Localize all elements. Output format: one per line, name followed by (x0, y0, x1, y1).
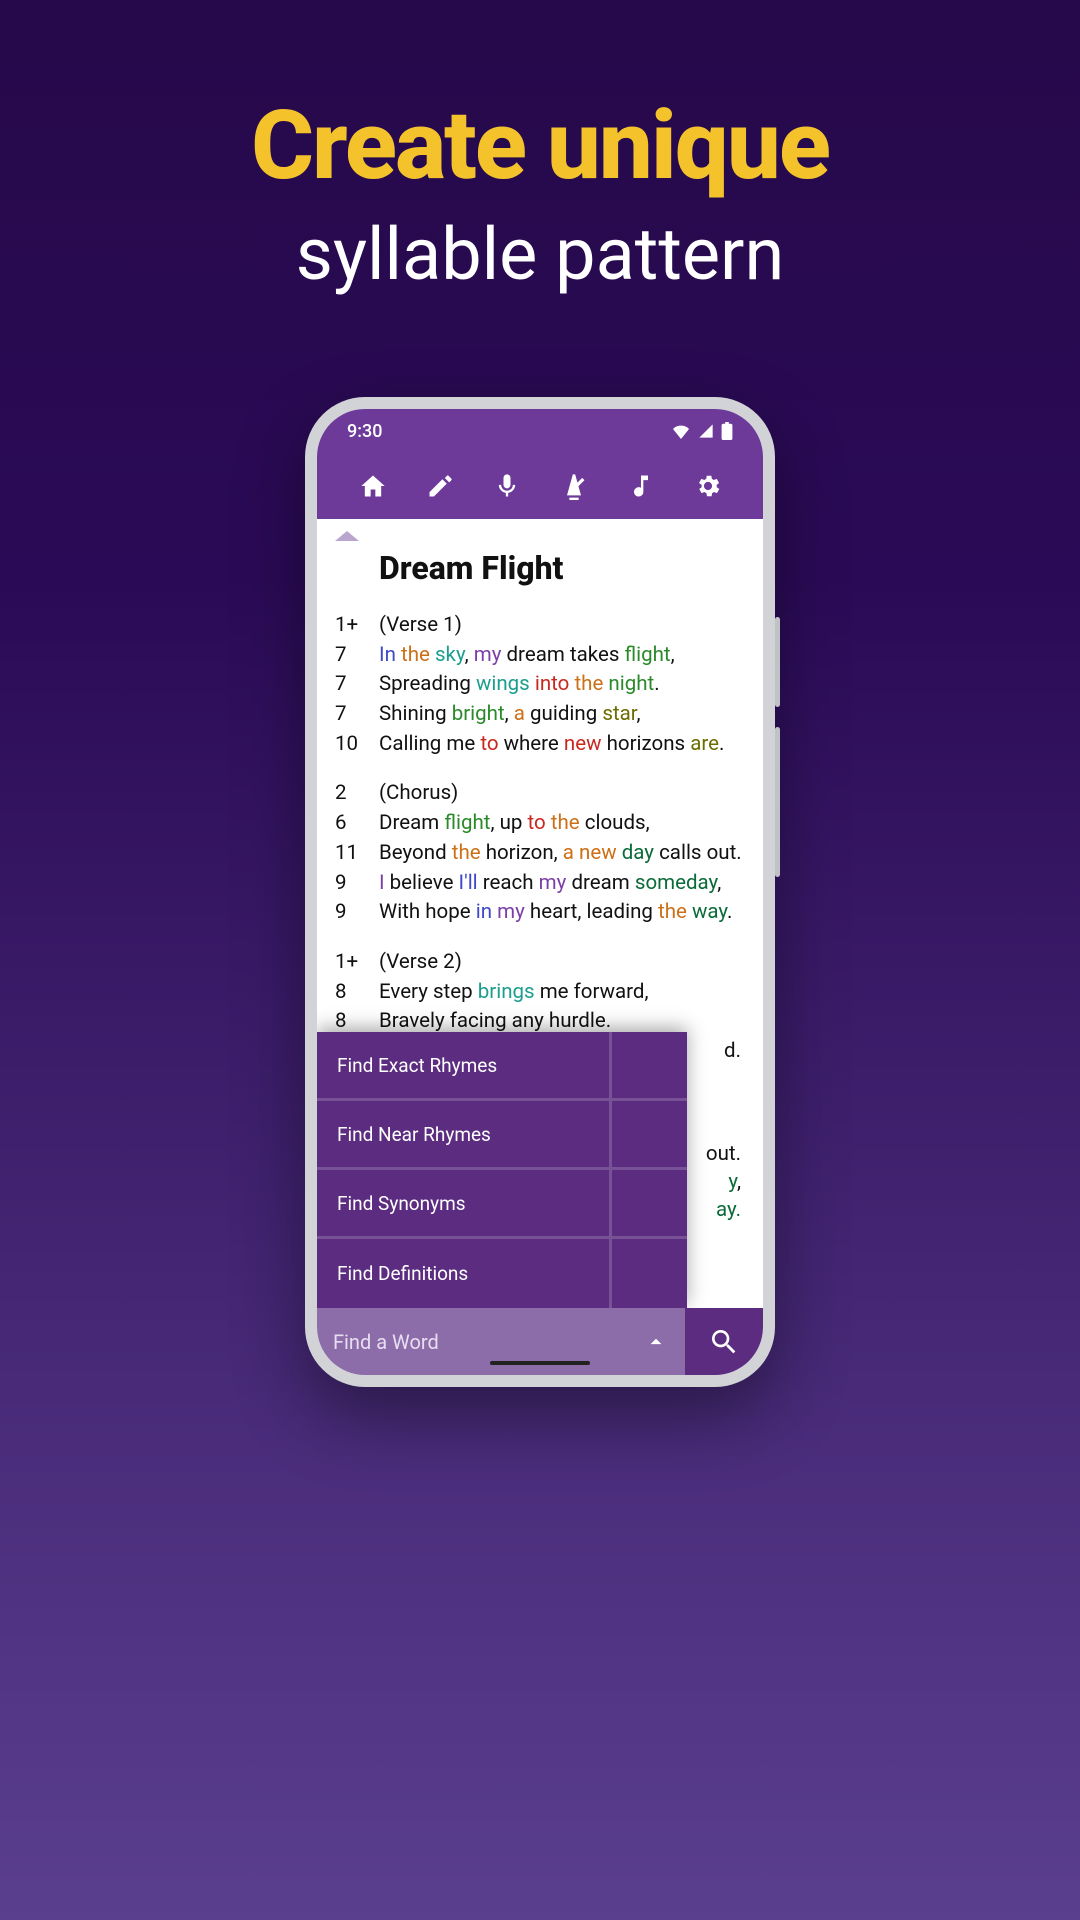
song-title: Dream Flight (379, 549, 745, 587)
phone-frame: 9:30 (305, 397, 775, 1387)
popup-item-synonyms[interactable]: Find Synonyms (317, 1170, 687, 1239)
metronome-icon (560, 472, 588, 500)
syllable-count: 8 (335, 978, 379, 1007)
lyric-text: With hope in my heart, leading the way. (379, 898, 745, 927)
search-button[interactable] (685, 1308, 763, 1375)
status-time: 9:30 (347, 421, 671, 442)
popup-item-label: Find Synonyms (317, 1170, 612, 1239)
home-icon (359, 472, 387, 500)
popup-item-side[interactable] (612, 1239, 687, 1308)
collapse-caret-icon[interactable] (335, 531, 359, 541)
lyric-text: Every step brings me forward, (379, 978, 745, 1007)
lyric-overflow-text: d. (724, 1039, 741, 1063)
phone-screen: 9:30 (317, 409, 763, 1375)
wifi-icon (671, 423, 691, 439)
popup-item-label: Find Near Rhymes (317, 1101, 612, 1170)
headline-bottom: syllable pattern (251, 212, 829, 297)
lyric-text: I believe I'll reach my Dream someday, (379, 869, 745, 898)
popup-item-definitions[interactable]: Find Definitions (317, 1239, 687, 1308)
lyric-line[interactable]: 7 Shining bright, a guiding star, (335, 700, 745, 729)
section-label: (Verse 2) (379, 948, 745, 977)
signal-icon (697, 423, 715, 439)
music-icon (627, 472, 655, 500)
lyrics-content[interactable]: Dream Flight 1+ (Verse 1) 7 In the sky, … (317, 519, 763, 1375)
gear-icon (694, 472, 722, 500)
lyric-line[interactable]: 10 Calling me to where new horizons are. (335, 730, 745, 759)
syllable-count: 1+ (335, 611, 379, 640)
battery-icon (721, 422, 733, 440)
status-icons (671, 422, 733, 440)
syllable-count: 7 (335, 700, 379, 729)
syllable-count: 10 (335, 730, 379, 759)
popup-item-side[interactable] (612, 1032, 687, 1101)
section-label: (Verse 1) (379, 611, 745, 640)
lyric-line[interactable]: 8 Every step brings me forward, (335, 978, 745, 1007)
popup-item-label: Find Exact Rhymes (317, 1032, 612, 1101)
lyric-line[interactable]: 9 With hope in my heart, leading the way… (335, 898, 745, 927)
lyric-line[interactable]: 7 Spreading wings into the night. (335, 670, 745, 699)
syllable-count: 7 (335, 670, 379, 699)
edit-button[interactable] (421, 467, 459, 505)
home-button[interactable] (354, 467, 392, 505)
home-indicator (490, 1361, 590, 1365)
syllable-count: 9 (335, 898, 379, 927)
lyric-line[interactable]: 6 Dream flight, up to the clouds, (335, 809, 745, 838)
microphone-button[interactable] (488, 467, 526, 505)
status-bar: 9:30 (317, 409, 763, 453)
lyric-line: 1+ (Verse 1) (335, 611, 745, 640)
app-toolbar (317, 453, 763, 519)
word-tools-popup: Find Exact Rhymes Find Near Rhymes Find … (317, 1032, 687, 1308)
lyric-overflow-text: out. (706, 1142, 741, 1166)
lyric-text: Shining bright, a guiding star, (379, 700, 745, 729)
lyric-text: Spreading wings into the night. (379, 670, 745, 699)
popup-item-side[interactable] (612, 1170, 687, 1239)
lyric-text: Dream flight, up to the clouds, (379, 809, 745, 838)
lyric-line: 2 (Chorus) (335, 779, 745, 808)
lyric-line[interactable]: 7 In the sky, my dream takes flight, (335, 641, 745, 670)
syllable-count: 6 (335, 809, 379, 838)
promo-headline: Create unique syllable pattern (251, 90, 829, 297)
lyric-text: Beyond the horizon, a new day calls out. (379, 839, 745, 868)
lyric-overflow-text: y, (728, 1170, 741, 1194)
settings-button[interactable] (689, 467, 727, 505)
syllable-count: 7 (335, 641, 379, 670)
syllable-count: 2 (335, 779, 379, 808)
headline-top: Create unique (251, 90, 829, 202)
lyric-text: In the sky, my dream takes flight, (379, 641, 745, 670)
chevron-up-icon[interactable] (643, 1329, 669, 1355)
search-placeholder: Find a Word (333, 1330, 643, 1354)
section-label: (Chorus) (379, 779, 745, 808)
popup-item-near-rhymes[interactable]: Find Near Rhymes (317, 1101, 687, 1170)
metronome-button[interactable] (555, 467, 593, 505)
lyric-line: 1+ (Verse 2) (335, 948, 745, 977)
syllable-count: 9 (335, 869, 379, 898)
music-button[interactable] (622, 467, 660, 505)
microphone-icon (493, 472, 521, 500)
syllable-count: 11 (335, 839, 379, 868)
popup-item-label: Find Definitions (317, 1239, 612, 1308)
lyric-text: Calling me to where new horizons are. (379, 730, 745, 759)
edit-icon (426, 472, 454, 500)
lyric-line[interactable]: 9 I believe I'll reach my Dream someday, (335, 869, 745, 898)
lyric-line[interactable]: 11 Beyond the horizon, a new day calls o… (335, 839, 745, 868)
syllable-count: 1+ (335, 948, 379, 977)
popup-item-side[interactable] (612, 1101, 687, 1170)
popup-item-exact-rhymes[interactable]: Find Exact Rhymes (317, 1032, 687, 1101)
search-icon (708, 1326, 740, 1358)
lyric-overflow-text: ay. (716, 1198, 741, 1222)
